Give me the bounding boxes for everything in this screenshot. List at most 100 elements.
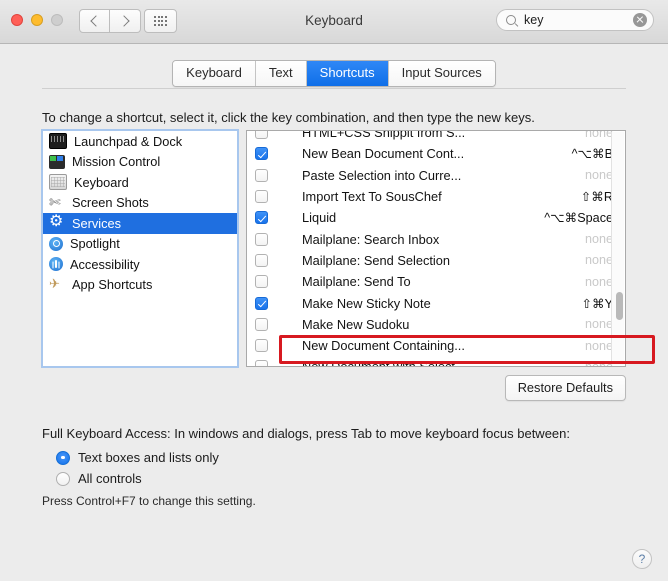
tab-bar: Keyboard Text Shortcuts Input Sources [0,60,668,87]
shortcut-checkbox[interactable] [255,190,268,204]
radio-label: Text boxes and lists only [78,450,219,465]
shortcut-key[interactable]: none [585,253,613,267]
sidebar-item-screen-shots[interactable]: Screen Shots [43,193,237,214]
table-row[interactable]: Paste Selection into Curre... none [247,165,625,186]
shortcut-name: New Bean Document Cont... [302,146,465,162]
shortcut-checkbox[interactable] [255,339,268,353]
table-row[interactable]: Mailplane: Send Selection none [247,250,625,271]
keyboard-preferences-window: Keyboard key Keyboard Text Shortcuts Inp… [0,0,668,581]
shortcut-checkbox[interactable] [255,168,268,182]
sidebar-item-label: Services [72,215,122,231]
full-keyboard-access-label: Full Keyboard Access: In windows and dia… [42,426,570,441]
shortcut-key[interactable]: none [585,360,613,366]
shortcut-key[interactable]: ^⌥⌘B [572,146,613,161]
app-shortcuts-icon [49,276,65,292]
shortcut-key[interactable]: ⇧⌘R [581,189,613,204]
shortcut-name: Mailplane: Send To [302,274,411,290]
table-row[interactable]: Make New Sudoku none [247,314,625,335]
table-row[interactable]: New Document Containing... none [247,335,625,356]
shortcut-checkbox[interactable] [255,131,268,140]
table-row[interactable]: New Bean Document Cont... ^⌥⌘B [247,143,625,164]
search-field[interactable]: key [496,9,654,31]
shortcut-name: HTML+CSS Snippit from S... [302,130,466,141]
accessibility-icon [49,257,63,272]
radio-text-boxes-and-lists-only[interactable]: Text boxes and lists only [56,450,219,465]
radio-button[interactable] [56,450,70,465]
tab-keyboard[interactable]: Keyboard [173,61,256,86]
clear-search-icon[interactable] [633,13,647,27]
shortcut-checkbox[interactable] [255,360,268,366]
sidebar-item-services[interactable]: Services [43,213,237,234]
shortcut-name: Make New Sticky Note [302,295,431,311]
tab-input-sources[interactable]: Input Sources [388,61,495,86]
shortcut-key[interactable]: ^⌥⌘Space [544,210,613,225]
shortcut-key[interactable]: ⇧⌘Y [581,296,613,311]
sidebar-item-app-shortcuts[interactable]: App Shortcuts [43,275,237,296]
launchpad-icon [49,133,67,150]
shortcut-key[interactable]: none [585,232,613,246]
services-icon [49,213,65,231]
table-row-liquid[interactable]: Liquid ^⌥⌘Space [247,207,625,228]
sidebar-item-mission-control[interactable]: Mission Control [43,152,237,173]
shortcuts-scroll-area: HTML+CSS Snippit from S... none New Bean… [247,130,625,366]
shortcut-name: Import Text To SousChef [302,189,442,205]
shortcut-name: Mailplane: Send Selection [302,252,450,268]
panel-divider [42,88,626,89]
spotlight-icon [49,236,63,251]
shortcut-checkbox[interactable] [255,253,268,267]
table-row[interactable]: Mailplane: Search Inbox none [247,228,625,249]
tab-text[interactable]: Text [255,61,307,86]
shortcuts-scrollbar[interactable] [611,132,624,365]
table-row[interactable]: New Document with Select... none [247,356,625,366]
shortcut-checkbox[interactable] [255,211,268,225]
help-button[interactable]: ? [632,549,652,569]
sidebar-item-launchpad-dock[interactable]: Launchpad & Dock [43,131,237,152]
sidebar-item-accessibility[interactable]: Accessibility [43,254,237,275]
shortcut-name: Mailplane: Search Inbox [302,231,440,247]
sidebar-item-keyboard[interactable]: Keyboard [43,172,237,193]
shortcut-name: Liquid [302,210,337,226]
shortcut-lists: Launchpad & Dock Mission Control Keyboar… [41,129,655,368]
shortcut-checkbox[interactable] [255,232,268,246]
sidebar-item-label: Spotlight [70,236,120,252]
table-row[interactable]: Mailplane: Send To none [247,271,625,292]
sidebar-item-label: Accessibility [70,256,140,272]
shortcuts-list[interactable]: HTML+CSS Snippit from S... none New Bean… [246,130,626,367]
table-row[interactable]: HTML+CSS Snippit from S... none [247,130,625,143]
keyboard-access-hint: Press Control+F7 to change this setting. [42,494,256,508]
sidebar-item-label: App Shortcuts [72,277,153,293]
sidebar-item-label: Screen Shots [72,195,149,211]
shortcut-checkbox[interactable] [255,275,268,289]
sidebar-item-label: Launchpad & Dock [74,133,183,149]
radio-label: All controls [78,471,142,486]
shortcut-name: New Document Containing... [302,338,465,354]
sidebar-item-label: Mission Control [72,154,161,170]
tab-shortcuts[interactable]: Shortcuts [306,61,389,86]
sidebar-item-label: Keyboard [74,174,129,190]
shortcut-checkbox[interactable] [255,296,268,310]
shortcut-key[interactable]: none [585,339,613,353]
keyboard-icon [49,174,67,191]
screenshots-icon [49,194,65,210]
instruction-text: To change a shortcut, select it, click t… [42,110,535,125]
table-row[interactable]: Make New Sticky Note ⇧⌘Y [247,292,625,313]
shortcut-checkbox[interactable] [255,147,268,161]
shortcut-checkbox[interactable] [255,317,268,331]
sidebar-item-spotlight[interactable]: Spotlight [43,234,237,255]
title-bar: Keyboard key [0,0,668,44]
search-input[interactable]: key [524,13,633,27]
search-icon [506,15,516,25]
scrollbar-thumb[interactable] [615,292,623,320]
shortcut-name: Make New Sudoku [302,316,410,332]
restore-defaults-button[interactable]: Restore Defaults [504,375,626,401]
category-list[interactable]: Launchpad & Dock Mission Control Keyboar… [41,129,239,368]
shortcut-key[interactable]: none [585,317,613,331]
content-panel: To change a shortcut, select it, click t… [0,88,668,581]
shortcut-key[interactable]: none [585,275,613,289]
shortcut-name: Paste Selection into Curre... [302,167,462,183]
table-row[interactable]: Import Text To SousChef ⇧⌘R [247,186,625,207]
shortcut-key[interactable]: none [585,131,613,140]
shortcut-key[interactable]: none [585,168,613,182]
radio-all-controls[interactable]: All controls [56,471,142,486]
radio-button[interactable] [56,471,70,486]
